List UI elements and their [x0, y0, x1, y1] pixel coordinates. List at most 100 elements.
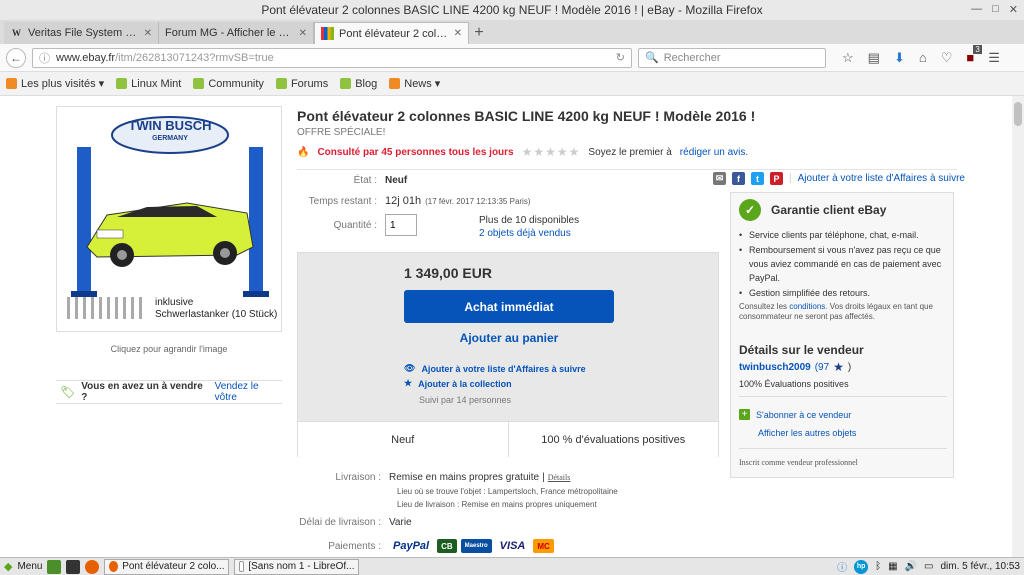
write-review-link[interactable]: rédiger un avis. [680, 147, 748, 158]
bookmark-label: Blog [355, 77, 378, 90]
task-libreoffice[interactable]: [Sans nom 1 - LibreOf... [234, 558, 360, 575]
email-icon[interactable]: ✉ [713, 172, 726, 185]
bluetooth-icon[interactable]: ᛒ [875, 561, 881, 572]
info-tray-icon[interactable]: ⓘ [837, 559, 847, 574]
buy-box: 1 349,00 EUR Achat immédiat Ajouter au p… [297, 252, 719, 457]
pinterest-icon[interactable]: P [770, 172, 783, 185]
subscribe-link[interactable]: + S'abonner à ce vendeur [739, 409, 851, 420]
start-menu-label[interactable]: Menu [17, 561, 42, 572]
volume-icon[interactable]: 🔊 [905, 561, 917, 572]
image-line-label: Basic Line [228, 151, 235, 184]
seller-name[interactable]: twinbusch2009 [739, 362, 811, 373]
bookmark-linux-mint[interactable]: Linux Mint [116, 78, 181, 90]
menu-icon[interactable]: ☰ [988, 50, 1000, 66]
tab-close-icon[interactable]: ✕ [454, 28, 462, 39]
tab-veritas[interactable]: W Veritas File System - Wiki... ✕ [4, 22, 159, 44]
tab-forum-mg[interactable]: Forum MG - Afficher le sujet -... ✕ [159, 22, 314, 44]
condition-new: Neuf [298, 422, 509, 457]
download-icon[interactable]: ⬇ [894, 50, 905, 66]
task-firefox[interactable]: Pont élévateur 2 colo... [104, 558, 230, 575]
page-content: TWIN BUSCH GERMANY Basic Line inklusive … [0, 96, 1012, 557]
ublock-icon[interactable]: ■ 3 [966, 45, 982, 65]
enlarge-caption[interactable]: Cliquez pour agrandir l'image [56, 344, 282, 354]
bookmark-community[interactable]: Community [193, 78, 264, 90]
terminal-icon[interactable] [66, 559, 81, 574]
watchlist-link[interactable]: 👁 Ajouter à votre liste d'Affaires à sui… [404, 363, 586, 374]
payment-row: Paiements : PayPal CB Maestro VISA MC [297, 539, 558, 553]
sell-link[interactable]: Vendez le vôtre [215, 381, 282, 403]
time-left-row: Temps restant : 12j 01h (17 févr. 2017 1… [297, 195, 531, 207]
guarantee-item: Gestion simplifiée des retours. [739, 286, 949, 300]
seller-feedback-count[interactable]: (97 [815, 362, 829, 373]
bookmark-news[interactable]: News ▾ [389, 77, 440, 90]
tab-close-icon[interactable]: ✕ [144, 28, 152, 39]
scrollbar-thumb[interactable] [1014, 102, 1022, 126]
bookmark-forums[interactable]: Forums [275, 78, 328, 90]
search-input[interactable]: 🔍 Rechercher [638, 47, 826, 68]
condition-label: État : [353, 175, 377, 186]
info-icon[interactable]: ⓘ [39, 50, 50, 66]
search-icon: 🔍 [645, 52, 659, 64]
reading-list-icon[interactable]: ▤ [868, 50, 880, 66]
product-image[interactable]: TWIN BUSCH GERMANY Basic Line inklusive … [56, 106, 282, 332]
tag-icon: 🏷 [60, 385, 76, 399]
flame-icon: 🔥 [297, 146, 310, 158]
close-icon[interactable]: ✕ [1009, 3, 1018, 16]
seller-heading: Détails sur le vendeur [739, 343, 864, 357]
bookmark-most-visited[interactable]: Les plus visités ▾ [6, 77, 104, 90]
add-to-cart-button[interactable]: Ajouter au panier [404, 331, 614, 345]
page-scrollbar[interactable] [1012, 96, 1024, 557]
price: 1 349,00 EUR [404, 265, 492, 281]
maximize-icon[interactable]: □ [992, 3, 999, 16]
bookmarks-toolbar: Les plus visités ▾ Linux Mint Community … [0, 72, 1024, 96]
delivery-label: Livraison : [335, 472, 381, 483]
guarantee-title: Garantie client eBay [771, 203, 887, 217]
firefox-icon[interactable] [85, 559, 100, 574]
clock[interactable]: dim. 5 févr., 10:53 [941, 561, 1021, 572]
eye-icon: 👁 [404, 363, 416, 373]
navigation-bar: ← ⓘ www.ebay.fr/itm/262813071243?rmvSB=t… [0, 44, 1024, 72]
watchlist-side-link[interactable]: Ajouter à votre liste d'Affaires à suivr… [798, 173, 965, 184]
show-desktop-icon[interactable] [47, 559, 62, 574]
guarantee-item: Service clients par téléphone, chat, e-m… [739, 228, 949, 242]
facebook-icon[interactable]: f [732, 172, 745, 185]
quantity-input[interactable] [385, 214, 417, 236]
sell-question: Vous en avez un à vendre ? [81, 381, 203, 403]
network-icon[interactable]: ▦ [888, 561, 897, 572]
home-icon[interactable]: ⌂ [919, 50, 927, 65]
maestro-logo: Maestro [460, 539, 492, 553]
bookmark-blog[interactable]: Blog [340, 78, 377, 90]
subscribe-label: S'abonner à ce vendeur [756, 409, 852, 420]
twitter-icon[interactable]: t [751, 172, 764, 185]
tab-label: Veritas File System - Wiki... [28, 27, 139, 39]
condition-value: Neuf [385, 175, 408, 186]
end-date: (17 févr. 2017 12:13:35 Paris) [425, 196, 531, 206]
pro-seller-label: Inscrit comme vendeur professionnel [739, 458, 858, 467]
details-link[interactable]: Détails [548, 473, 571, 482]
minimize-icon[interactable]: — [971, 3, 982, 16]
battery-icon[interactable]: ▭ [924, 561, 933, 572]
url-bar[interactable]: ⓘ www.ebay.fr/itm/262813071243?rmvSB=tru… [32, 47, 632, 68]
conditions-link[interactable]: conditions [789, 302, 825, 311]
back-button[interactable]: ← [6, 47, 26, 68]
collection-link[interactable]: ★ Ajouter à la collection [404, 378, 512, 389]
sold-count[interactable]: 2 objets déjà vendus [479, 227, 579, 240]
bookmark-star-icon[interactable]: ☆ [842, 50, 854, 66]
pocket-icon[interactable]: ♡ [941, 50, 953, 66]
mint-menu-icon[interactable]: ◆ [4, 560, 12, 573]
review-prefix: Soyez le premier à [588, 146, 672, 158]
new-tab-button[interactable]: + [469, 22, 489, 44]
tab-close-icon[interactable]: ✕ [299, 28, 307, 39]
hp-icon[interactable]: hp [854, 559, 869, 574]
mint-icon [275, 78, 287, 89]
tab-ebay[interactable]: Pont élévateur 2 colonne... ✕ [314, 22, 469, 44]
url-host: www.ebay.fr [56, 51, 116, 64]
search-placeholder: Rechercher [663, 51, 721, 64]
other-items-link[interactable]: Afficher les autres objets [758, 428, 856, 438]
reload-icon[interactable]: ↻ [616, 51, 625, 64]
views-text: Consulté par 45 personnes tous les jours [317, 146, 514, 158]
buy-now-button[interactable]: Achat immédiat [404, 290, 614, 323]
condition-summary: Neuf 100 % d'évaluations positives [298, 421, 718, 457]
mint-icon [340, 78, 352, 89]
item-location: Lieu où se trouve l'objet : Lampertsloch… [397, 487, 618, 496]
